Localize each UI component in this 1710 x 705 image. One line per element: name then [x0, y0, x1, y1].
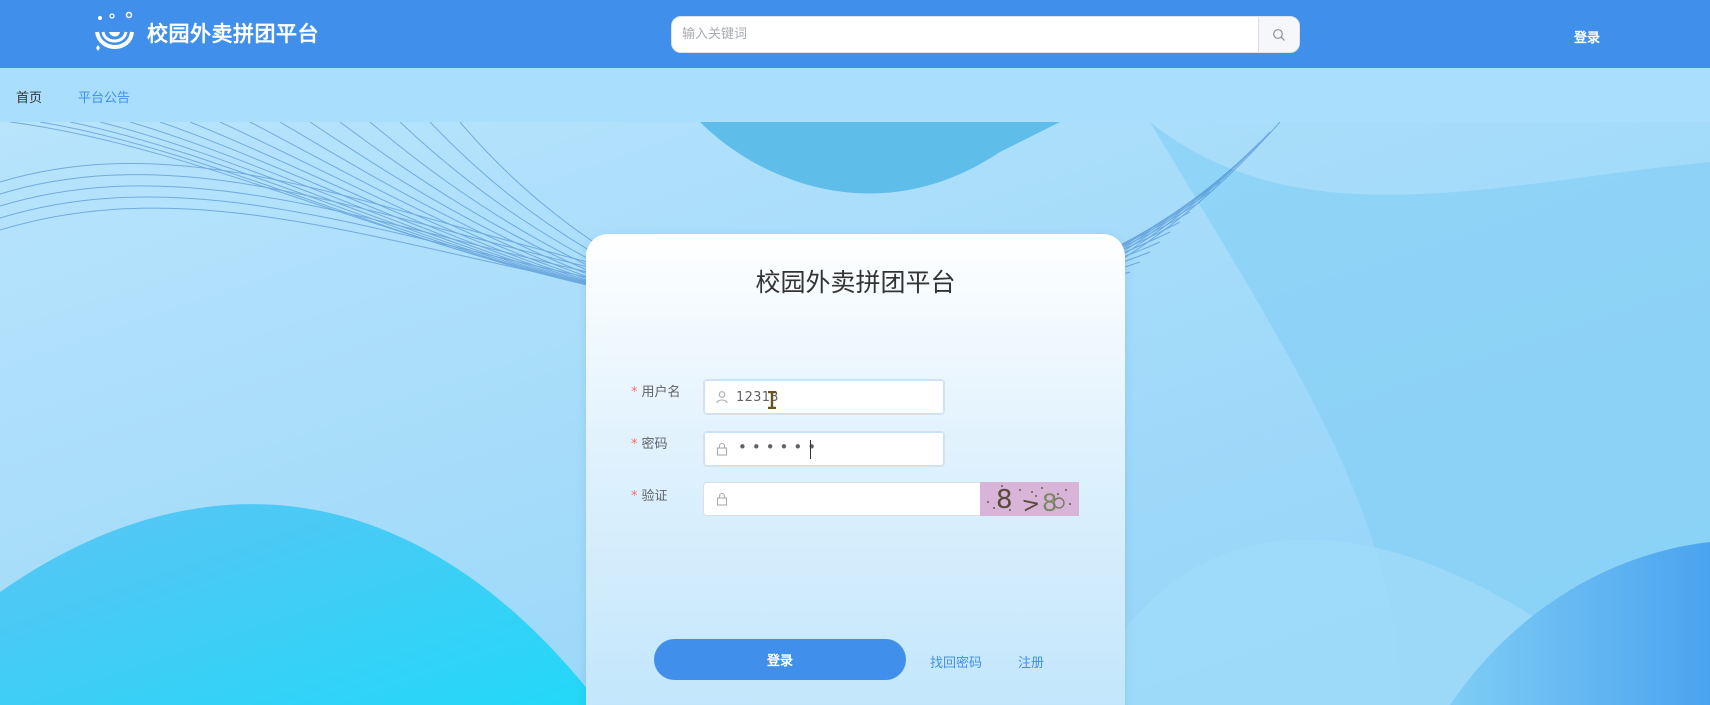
username-field[interactable]: 12313	[703, 379, 945, 415]
captcha-image[interactable]: 8 > 8	[980, 482, 1079, 516]
lock-icon	[716, 442, 728, 456]
username-label: * 用户名	[631, 381, 681, 400]
password-value: ••••••	[738, 438, 822, 456]
nav-item-announcements[interactable]: 平台公告	[78, 87, 130, 106]
logo-icon	[92, 10, 136, 54]
search-bar	[671, 16, 1300, 53]
search-button[interactable]	[1258, 17, 1299, 52]
header-login-link[interactable]: 登录	[1574, 27, 1600, 46]
captcha-char: 8	[1042, 489, 1057, 516]
text-caret	[810, 440, 811, 459]
search-input[interactable]	[672, 17, 1259, 52]
captcha-label-text: 验证	[641, 489, 668, 504]
search-icon	[1273, 28, 1285, 41]
captcha-input[interactable]	[703, 482, 981, 516]
register-link[interactable]: 注册	[1018, 652, 1044, 671]
brand-title: 校园外卖拼团平台	[147, 22, 319, 46]
password-label: * 密码	[631, 433, 668, 452]
password-label-text: 密码	[641, 437, 668, 452]
nav-item-home[interactable]: 首页	[16, 87, 42, 106]
lock-icon	[716, 492, 728, 506]
text-cursor-icon	[768, 391, 776, 409]
captcha-char: 8	[996, 485, 1013, 515]
login-card: 校园外卖拼团平台 * 用户名 12313 * 密码 •••••• * 验证 8 …	[586, 234, 1125, 705]
forgot-password-link[interactable]: 找回密码	[930, 652, 982, 671]
captcha-char: >	[1020, 491, 1042, 516]
login-button[interactable]: 登录	[654, 639, 906, 680]
login-title: 校园外卖拼团平台	[755, 268, 956, 297]
required-mark: *	[631, 489, 638, 504]
user-icon	[716, 391, 728, 404]
username-label-text: 用户名	[641, 385, 681, 400]
required-mark: *	[631, 437, 638, 452]
nav-bar: 首页 平台公告	[0, 68, 1710, 122]
required-mark: *	[631, 385, 638, 400]
captcha-label: * 验证	[631, 485, 668, 504]
top-header: 校园外卖拼团平台 登录	[0, 0, 1710, 68]
password-field[interactable]: ••••••	[703, 431, 945, 467]
